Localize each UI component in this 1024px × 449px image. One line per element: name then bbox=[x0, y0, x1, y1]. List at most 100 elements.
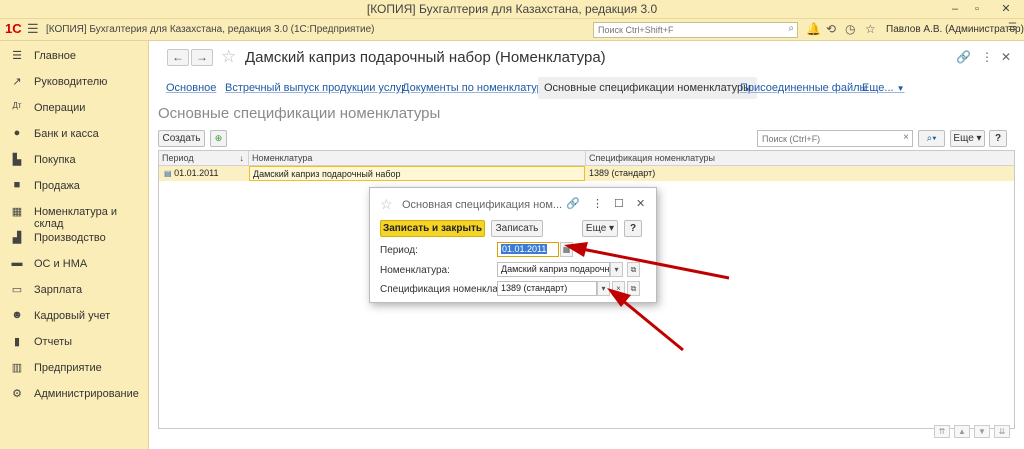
close-icon[interactable]: ✕ bbox=[1001, 50, 1011, 64]
app-toolbar: 1С ☰ [КОПИЯ] Бухгалтерия для Казахстана,… bbox=[0, 19, 1024, 41]
sidebar-item-hr[interactable]: ☻ Кадровый учет bbox=[0, 306, 149, 326]
column-header-spec[interactable]: Спецификация номенклатуры bbox=[586, 151, 1014, 166]
forward-button[interactable]: → bbox=[191, 49, 213, 66]
user-name[interactable]: Павлов А.В. (Администратор) bbox=[886, 24, 1024, 35]
bell-icon[interactable]: 🔔 bbox=[806, 22, 821, 36]
gear-icon: ⚙ bbox=[12, 388, 22, 400]
scroll-bottom-icon[interactable]: ⇊ bbox=[994, 425, 1010, 438]
cell-nomenclature[interactable]: Дамский каприз подарочный набор bbox=[249, 166, 585, 181]
dialog-more-button[interactable]: Еще ▾ bbox=[582, 220, 618, 237]
clock-icon[interactable]: ◷ bbox=[845, 22, 855, 36]
more-button[interactable]: Еще ▾ bbox=[950, 130, 985, 147]
spec-dropdown-icon[interactable]: ▾ bbox=[597, 281, 610, 296]
sidebar-item-purchase[interactable]: ▙ Покупка bbox=[0, 150, 149, 170]
maximize-icon[interactable]: ▫ bbox=[969, 2, 985, 16]
save-button[interactable]: Записать bbox=[491, 220, 543, 237]
sidebar-item-salary[interactable]: ▭ Зарплата bbox=[0, 280, 149, 300]
tab-main-specifications[interactable]: Основные спецификации номенклатуры bbox=[538, 77, 758, 99]
copy-add-button[interactable]: ⊕ bbox=[210, 130, 227, 147]
sidebar-item-production[interactable]: ▟ Производство bbox=[0, 228, 149, 248]
row-doc-icon: ▤ bbox=[164, 169, 172, 178]
nomenclature-dropdown-icon[interactable]: ▾ bbox=[610, 262, 623, 277]
nomenclature-field[interactable]: Дамский каприз подарочны bbox=[497, 262, 610, 277]
sidebar-item-manager[interactable]: ↗ Руководителю bbox=[0, 72, 149, 92]
link-icon[interactable]: 🔗 bbox=[956, 50, 971, 64]
scroll-up-icon[interactable]: ▲ bbox=[954, 425, 970, 438]
main-menu-icon[interactable]: ☰ bbox=[27, 21, 39, 37]
spec-clear-icon[interactable]: × bbox=[612, 281, 625, 296]
settings-icon[interactable]: ☰ bbox=[1008, 22, 1017, 33]
sidebar-item-enterprise[interactable]: ▥ Предприятие bbox=[0, 358, 149, 378]
add-copy-icon: ⊕ bbox=[214, 133, 223, 143]
search-button[interactable]: ⌕▾ bbox=[918, 130, 945, 147]
column-header-period[interactable]: Период ↓ bbox=[159, 151, 249, 166]
window-title: [КОПИЯ] Бухгалтерия для Казахстана, реда… bbox=[366, 2, 658, 16]
clear-icon[interactable]: × bbox=[903, 132, 909, 143]
create-button[interactable]: Создать bbox=[158, 130, 205, 147]
tab-more[interactable]: Еще... ▼ bbox=[862, 77, 905, 99]
cart-icon: ▙ bbox=[12, 154, 22, 166]
sidebar-item-fixed-assets[interactable]: ▬ ОС и НМА bbox=[0, 254, 149, 274]
history-icon[interactable]: ⟲ bbox=[826, 22, 836, 36]
spec-field[interactable]: 1389 (стандарт) bbox=[497, 281, 597, 296]
column-header-nomenclature[interactable]: Номенклатура bbox=[249, 151, 586, 166]
spec-open-icon[interactable]: ⧉ bbox=[627, 281, 640, 296]
calendar-icon[interactable]: ▦ bbox=[560, 242, 573, 257]
spec-dialog: ☆ Основная спецификация ном... 🔗 ⋮ ☐ ✕ З… bbox=[369, 187, 657, 303]
logo-1c: 1С bbox=[5, 21, 22, 36]
nomenclature-label: Номенклатура: bbox=[380, 265, 450, 276]
search-icon: ⌕▾ bbox=[926, 133, 937, 144]
favorite-star-icon[interactable]: ☆ bbox=[380, 196, 393, 213]
save-close-button[interactable]: Записать и закрыть bbox=[380, 220, 485, 237]
more-vertical-icon[interactable]: ⋮ bbox=[981, 50, 993, 64]
dialog-help-button[interactable]: ? bbox=[624, 220, 642, 237]
trend-icon: ↗ bbox=[12, 76, 22, 88]
sidebar-item-admin[interactable]: ⚙ Администрирование bbox=[0, 384, 149, 404]
tab-attached-files[interactable]: Присоединенные файлы bbox=[740, 77, 867, 99]
people-icon: ☻ bbox=[11, 309, 23, 321]
period-label: Период: bbox=[380, 245, 418, 256]
bag-icon: ■ bbox=[13, 179, 21, 191]
period-field[interactable]: 01.01.2011 bbox=[497, 242, 559, 257]
dialog-title: Основная спецификация ном... bbox=[402, 199, 563, 211]
wallet-icon: ▭ bbox=[11, 284, 23, 296]
global-search[interactable]: ⌕ bbox=[593, 22, 798, 38]
help-button[interactable]: ? bbox=[989, 130, 1007, 147]
more-vertical-icon[interactable]: ⋮ bbox=[592, 197, 603, 210]
menu-icon: ☰ bbox=[12, 50, 22, 62]
coins-icon: ● bbox=[13, 127, 21, 139]
window-titlebar: [КОПИЯ] Бухгалтерия для Казахстана, реда… bbox=[0, 0, 1024, 19]
page-title: Дамский каприз подарочный набор (Номенкл… bbox=[245, 49, 606, 66]
nomenclature-open-icon[interactable]: ⧉ bbox=[627, 262, 640, 277]
building-icon: ▥ bbox=[11, 362, 23, 374]
sidebar-item-operations[interactable]: Дт Операции bbox=[0, 98, 149, 118]
table-row[interactable]: ▤ 01.01.2011 Дамский каприз подарочный н… bbox=[159, 166, 1014, 181]
sidebar-item-sales[interactable]: ■ Продажа bbox=[0, 176, 149, 196]
list-search[interactable]: × bbox=[757, 130, 913, 147]
factory-icon: ▟ bbox=[12, 232, 22, 244]
sidebar-item-reports[interactable]: ▮ Отчеты bbox=[0, 332, 149, 352]
search-icon[interactable]: ⌕ bbox=[788, 23, 794, 34]
grid-icon: ▦ bbox=[11, 206, 23, 218]
sidebar-item-nomenclature[interactable]: ▦ Номенклатура и склад bbox=[0, 202, 149, 230]
close-icon[interactable]: ✕ bbox=[636, 197, 645, 210]
scroll-down-icon[interactable]: ▼ bbox=[974, 425, 990, 438]
favorite-star-icon[interactable]: ☆ bbox=[221, 47, 236, 67]
tab-main[interactable]: Основное bbox=[166, 77, 216, 99]
cell-spec[interactable]: 1389 (стандарт) bbox=[586, 166, 1014, 181]
tab-counter-release[interactable]: Встречный выпуск продукции услуг bbox=[225, 77, 405, 99]
global-search-input[interactable] bbox=[594, 23, 774, 37]
minimize-icon[interactable]: – bbox=[947, 2, 963, 16]
close-window-icon[interactable]: ✕ bbox=[998, 2, 1014, 16]
truck-icon: ▬ bbox=[11, 257, 23, 269]
favorites-icon[interactable]: ☆ bbox=[865, 22, 876, 36]
sidebar-item-main[interactable]: ☰ Главное bbox=[0, 46, 149, 66]
list-search-input[interactable] bbox=[758, 131, 896, 146]
sidebar: ☰ Главное ↗ Руководителю Дт Операции ● Банк … bbox=[0, 41, 149, 449]
maximize-icon[interactable]: ☐ bbox=[614, 197, 624, 210]
scroll-top-icon[interactable]: ⇈ bbox=[934, 425, 950, 438]
tab-documents[interactable]: Документы по номенклатуре bbox=[402, 77, 549, 99]
sidebar-item-bank[interactable]: ● Банк и касса bbox=[0, 124, 149, 144]
link-icon[interactable]: 🔗 bbox=[566, 197, 580, 210]
back-button[interactable]: ← bbox=[167, 49, 189, 66]
